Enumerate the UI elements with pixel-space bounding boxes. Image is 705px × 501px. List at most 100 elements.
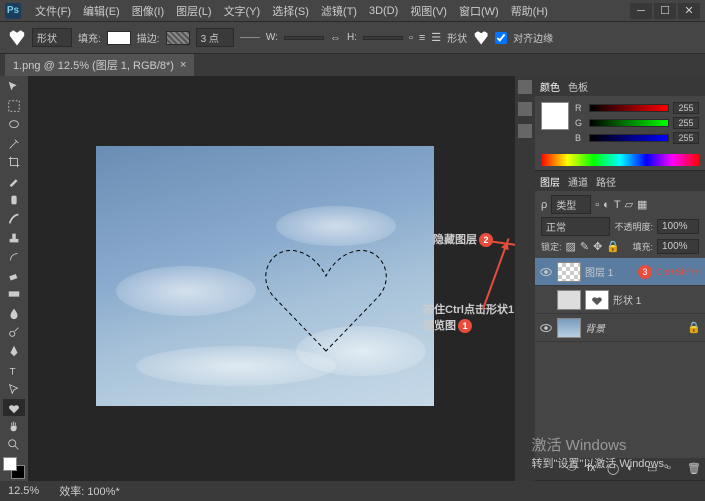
- height-input[interactable]: [363, 36, 403, 40]
- filter-type-icon[interactable]: T: [614, 199, 621, 211]
- opacity-value[interactable]: 100%: [657, 219, 699, 234]
- shape-tool[interactable]: [3, 399, 25, 417]
- dock-icon-2[interactable]: [518, 102, 532, 116]
- document-canvas[interactable]: [96, 146, 434, 406]
- hand-tool[interactable]: [3, 417, 25, 435]
- crop-tool[interactable]: [3, 153, 25, 171]
- swatches-tab[interactable]: 色板: [568, 79, 588, 94]
- window-maximize[interactable]: ☐: [654, 3, 676, 19]
- b-value[interactable]: 255: [673, 132, 699, 144]
- align-icon[interactable]: ≡: [419, 32, 425, 44]
- menu-type[interactable]: 文字(Y): [218, 3, 267, 19]
- move-tool[interactable]: [3, 78, 25, 96]
- fill-opacity-value[interactable]: 100%: [657, 239, 699, 254]
- channels-tab[interactable]: 通道: [568, 174, 588, 189]
- lock-paint-icon[interactable]: ✎: [580, 240, 589, 253]
- menu-help[interactable]: 帮助(H): [505, 3, 554, 19]
- link-wh-icon[interactable]: ⇔: [330, 32, 341, 44]
- type-tool[interactable]: T: [3, 361, 25, 379]
- layer-thumb-2[interactable]: [557, 290, 581, 310]
- pen-tool[interactable]: [3, 342, 25, 360]
- layer-thumb-1[interactable]: [557, 262, 581, 282]
- zoom-tool[interactable]: [3, 436, 25, 454]
- shape-picker[interactable]: [473, 31, 489, 45]
- r-value[interactable]: 255: [673, 102, 699, 114]
- window-close[interactable]: ✕: [678, 3, 700, 19]
- filter-img-icon[interactable]: ▫: [595, 199, 599, 211]
- menu-image[interactable]: 图像(I): [126, 3, 170, 19]
- menu-3d[interactable]: 3D(D): [363, 5, 404, 17]
- g-slider[interactable]: [589, 119, 669, 127]
- lasso-tool[interactable]: [3, 116, 25, 134]
- width-input[interactable]: [284, 36, 324, 40]
- b-slider[interactable]: [589, 134, 669, 142]
- lock-pos-icon[interactable]: ✥: [593, 240, 602, 253]
- history-brush-tool[interactable]: [3, 248, 25, 266]
- filter-adj-icon[interactable]: ◐: [603, 199, 610, 211]
- visibility-icon[interactable]: [539, 321, 553, 335]
- layer-row-2[interactable]: 形状 1: [535, 286, 705, 314]
- dodge-tool[interactable]: [3, 323, 25, 341]
- blend-mode[interactable]: 正常: [541, 217, 610, 236]
- lock-trans-icon[interactable]: ▨: [566, 240, 576, 253]
- stamp-tool[interactable]: [3, 229, 25, 247]
- stroke-width[interactable]: 3 点: [196, 28, 234, 47]
- zoom-level[interactable]: 12.5%: [8, 485, 39, 497]
- align-edges-checkbox[interactable]: [495, 32, 507, 44]
- layer-name-bg[interactable]: 背景: [585, 320, 605, 335]
- visibility-toggle-off[interactable]: [539, 293, 553, 307]
- color-tab[interactable]: 颜色: [540, 79, 560, 94]
- delete-layer-icon[interactable]: 🗑: [687, 462, 701, 476]
- tab-close-icon[interactable]: ×: [180, 59, 186, 71]
- window-minimize[interactable]: ─: [630, 3, 652, 19]
- path-ops-icon[interactable]: ▫: [409, 32, 413, 44]
- stroke-style[interactable]: [240, 37, 260, 38]
- color-preview[interactable]: [541, 102, 569, 130]
- menu-view[interactable]: 视图(V): [404, 3, 453, 19]
- layer-mask-2[interactable]: [585, 290, 609, 310]
- menu-select[interactable]: 选择(S): [266, 3, 315, 19]
- r-slider[interactable]: [589, 104, 669, 112]
- blur-tool[interactable]: [3, 304, 25, 322]
- menu-window[interactable]: 窗口(W): [453, 3, 505, 19]
- h-label: H:: [347, 32, 357, 43]
- dock-icon-3[interactable]: [518, 124, 532, 138]
- menu-edit[interactable]: 编辑(E): [77, 3, 126, 19]
- filter-smart-icon[interactable]: ▦: [637, 198, 647, 211]
- g-value[interactable]: 255: [673, 117, 699, 129]
- stroke-swatch[interactable]: [166, 31, 190, 45]
- eyedropper-tool[interactable]: [3, 172, 25, 190]
- tool-mode-select[interactable]: 形状: [32, 28, 72, 47]
- layer-row-1[interactable]: 图层 1 3 Ctrl+Shift+I: [535, 258, 705, 286]
- heal-tool[interactable]: [3, 191, 25, 209]
- lock-all-icon[interactable]: 🔒: [606, 240, 620, 253]
- gradient-tool[interactable]: [3, 285, 25, 303]
- layers-tab[interactable]: 图层: [540, 174, 560, 189]
- watermark-sub: 转到"设置"以激活 Windows。: [532, 455, 676, 471]
- wand-tool[interactable]: [3, 135, 25, 153]
- canvas-area[interactable]: 隐藏图层2 按住Ctrl点击形状1缩览图1: [28, 76, 515, 481]
- dock-icon-1[interactable]: [518, 80, 532, 94]
- layer-thumb-bg[interactable]: [557, 318, 581, 338]
- paths-tab[interactable]: 路径: [596, 174, 616, 189]
- doc-info[interactable]: 效率: 100%*: [59, 483, 120, 499]
- layer-row-bg[interactable]: 背景 🔒: [535, 314, 705, 342]
- visibility-icon[interactable]: [539, 265, 553, 279]
- fill-swatch[interactable]: [107, 31, 131, 45]
- brush-tool[interactable]: [3, 210, 25, 228]
- eraser-tool[interactable]: [3, 267, 25, 285]
- document-tab[interactable]: 1.png @ 12.5% (图层 1, RGB/8*) ×: [5, 54, 194, 76]
- menu-file[interactable]: 文件(F): [29, 3, 77, 19]
- spectrum-picker[interactable]: [541, 154, 699, 166]
- menu-filter[interactable]: 滤镜(T): [315, 3, 363, 19]
- arrange-icon[interactable]: ☰: [431, 31, 441, 44]
- layer-name-2[interactable]: 形状 1: [613, 292, 641, 307]
- menu-layer[interactable]: 图层(L): [170, 3, 217, 19]
- layer-name-1[interactable]: 图层 1: [585, 264, 613, 279]
- filter-kind[interactable]: 类型: [551, 195, 591, 214]
- custom-shape-icon[interactable]: [8, 30, 26, 46]
- path-select-tool[interactable]: [3, 380, 25, 398]
- filter-shape-icon[interactable]: ▱: [625, 198, 633, 211]
- marquee-tool[interactable]: [3, 97, 25, 115]
- color-swatches[interactable]: [3, 457, 25, 479]
